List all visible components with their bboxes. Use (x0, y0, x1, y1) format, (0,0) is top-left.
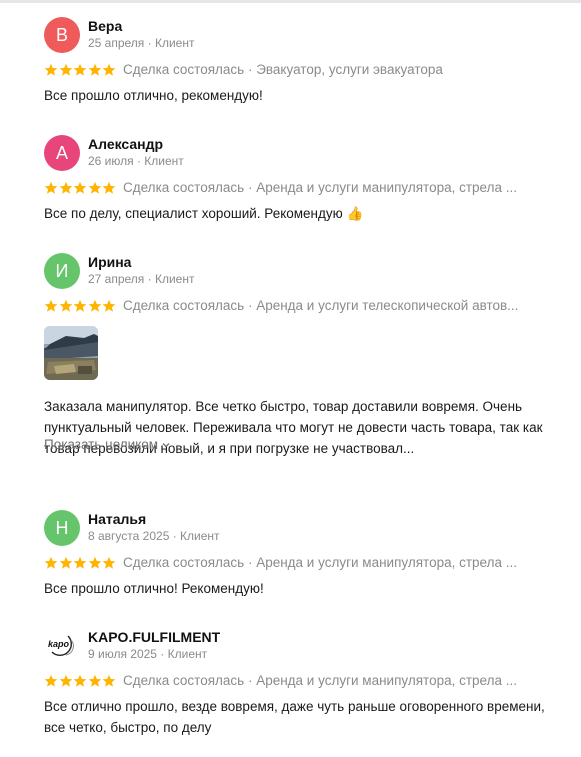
reviewer-name[interactable]: KAPO.FULFILMENT (88, 629, 220, 645)
star-icon (88, 674, 102, 687)
rating-row: Сделка состоялась · Аренда и услуги мани… (44, 673, 554, 691)
star-icon (88, 556, 102, 569)
deal-info: Сделка состоялась · Аренда и услуги теле… (123, 298, 519, 313)
star-icon (59, 181, 72, 194)
reviewer-name[interactable]: Александр (88, 136, 163, 152)
review-meta: 8 августа 2025 · Клиент (88, 529, 220, 543)
company-logo-avatar[interactable]: kapo (44, 628, 80, 664)
star-icon (103, 181, 116, 194)
deal-info: Сделка состоялась · Эвакуатор, услуги эв… (123, 62, 443, 77)
show-full-link[interactable]: Показать целиком (44, 437, 171, 453)
star-icon (73, 556, 87, 569)
chevron-down-icon (161, 438, 171, 453)
review-meta: 9 июля 2025 · Клиент (88, 647, 208, 661)
rating-row: Сделка состоялась · Аренда и услуги теле… (44, 298, 554, 316)
review-meta: 27 апреля · Клиент (88, 272, 195, 286)
star-icon (44, 556, 58, 569)
review-text: Все по делу, специалист хороший. Рекомен… (44, 206, 364, 221)
review-photo[interactable] (44, 326, 98, 380)
star-icon (73, 674, 87, 687)
star-icon (44, 299, 58, 312)
avatar[interactable]: А (44, 135, 80, 171)
star-icon (59, 63, 72, 76)
star-icon (59, 556, 72, 569)
reviewer-name[interactable]: Ирина (88, 254, 131, 270)
star-icon (103, 63, 116, 76)
review-text: Все прошло отлично! Рекомендую! (44, 581, 264, 596)
star-icon (103, 556, 116, 569)
rating-row: Сделка состоялась · Аренда и услуги мани… (44, 555, 554, 573)
review-meta: 25 апреля · Клиент (88, 36, 195, 50)
reviewer-name[interactable]: Наталья (88, 511, 146, 527)
star-icon (103, 299, 116, 312)
star-icon (73, 181, 87, 194)
avatar[interactable]: Н (44, 510, 80, 546)
reviewer-name[interactable]: Вера (88, 18, 122, 34)
top-divider (0, 0, 581, 3)
avatar[interactable]: И (44, 253, 80, 289)
rating-row: Сделка состоялась · Аренда и услуги мани… (44, 180, 554, 198)
deal-info: Сделка состоялась · Аренда и услуги мани… (123, 673, 517, 688)
deal-info: Сделка состоялась · Аренда и услуги мани… (123, 555, 517, 570)
star-icon (88, 181, 102, 194)
company-logo-text: kapo (48, 639, 70, 649)
star-icon (44, 674, 58, 687)
review-meta: 26 июля · Клиент (88, 154, 184, 168)
review-text: Все прошло отлично, рекомендую! (44, 88, 263, 103)
avatar[interactable]: В (44, 17, 80, 53)
star-icon (103, 674, 116, 687)
star-icon (59, 674, 72, 687)
review-text: Все отлично прошло, везде вовремя, даже … (44, 699, 545, 735)
star-icon (73, 63, 87, 76)
deal-info: Сделка состоялась · Аренда и услуги мани… (123, 180, 517, 195)
star-icon (44, 181, 58, 194)
star-icon (88, 63, 102, 76)
star-icon (73, 299, 87, 312)
star-icon (44, 63, 58, 76)
rating-row: Сделка состоялась · Эвакуатор, услуги эв… (44, 62, 554, 80)
show-full-label: Показать целиком (44, 437, 159, 452)
star-icon (59, 299, 72, 312)
star-icon (88, 299, 102, 312)
